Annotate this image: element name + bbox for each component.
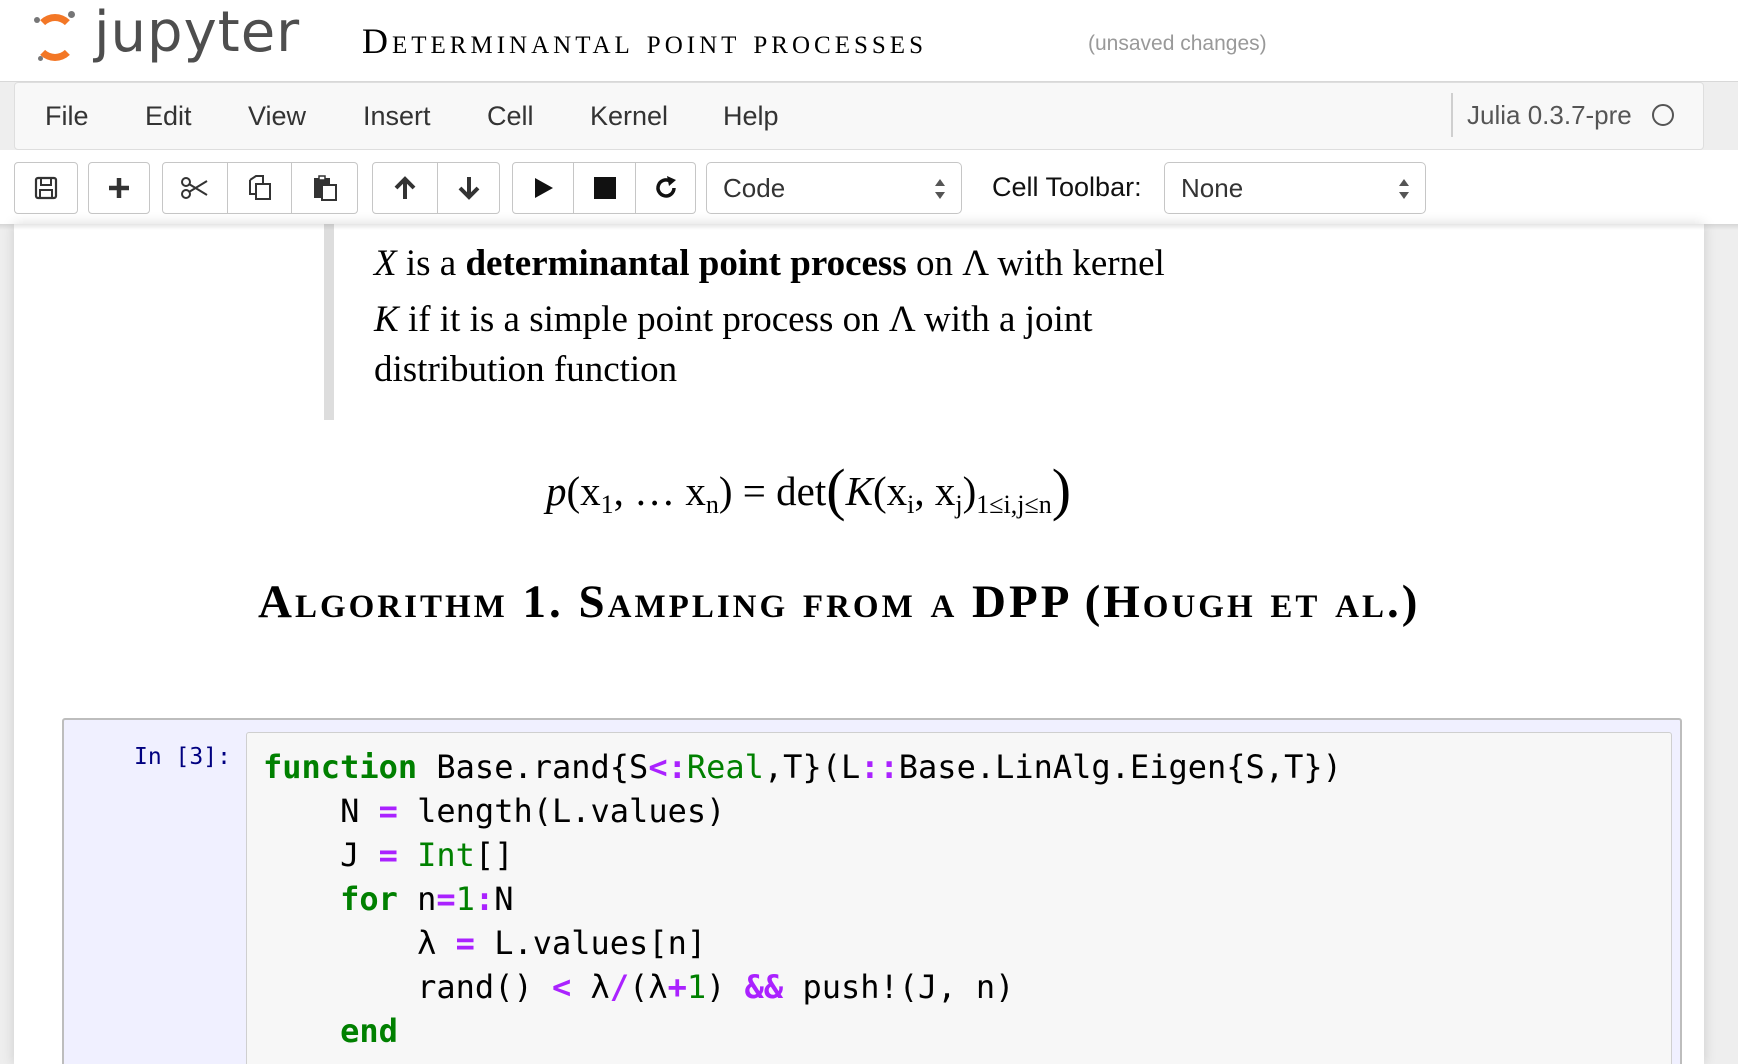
save-icon bbox=[34, 176, 58, 200]
code-line: N = length(L.values) bbox=[263, 792, 726, 830]
scroll-shadow bbox=[0, 224, 1738, 230]
menu-cell[interactable]: Cell bbox=[487, 101, 534, 132]
menu-kernel[interactable]: Kernel bbox=[590, 101, 668, 132]
copy-button[interactable] bbox=[228, 162, 292, 214]
markdown-line-3: distribution function bbox=[374, 349, 678, 390]
code-block: function Base.rand{S<:Real,T}(L::Base.Li… bbox=[263, 745, 1342, 1053]
cell-type-select[interactable]: Code bbox=[706, 162, 962, 214]
kernel-name: Julia 0.3.7-pre bbox=[1467, 99, 1632, 130]
cell-toolbar-label: Cell Toolbar: bbox=[992, 172, 1142, 202]
paste-icon bbox=[313, 175, 337, 201]
menubar: File Edit View Insert Cell Kernel Help J… bbox=[14, 82, 1704, 150]
save-status: (unsaved changes) bbox=[1088, 32, 1267, 55]
jupyter-logo-icon bbox=[30, 11, 80, 63]
play-icon bbox=[535, 178, 553, 198]
code-line: for n=1:N bbox=[340, 880, 514, 918]
input-prompt: In [3]: bbox=[134, 744, 231, 770]
menu-edit[interactable]: Edit bbox=[145, 101, 192, 132]
arrow-down-icon bbox=[458, 177, 479, 200]
select-arrows-icon bbox=[935, 179, 945, 199]
section-heading: Algorithm 1. Sampling from a DPP (Hough … bbox=[258, 576, 1421, 628]
markdown-line-2: K if it is a simple point process on Λ w… bbox=[374, 299, 1093, 340]
code-line: rand() < λ/(λ+1) && push!(J, n) bbox=[263, 968, 1015, 1006]
interrupt-button[interactable] bbox=[574, 162, 636, 214]
cell-toolbar-select[interactable]: None bbox=[1164, 162, 1426, 214]
cell-toolbar-value: None bbox=[1181, 172, 1244, 203]
jupyter-logo[interactable]: jupyter bbox=[30, 2, 300, 72]
code-line: λ = L.values[n] bbox=[263, 924, 707, 962]
equation: p(x1, … xn) = det(K(xi, xj)1≤i,j≤n) bbox=[546, 457, 1072, 522]
notebook-page: X is a determinantal point process on Λ … bbox=[14, 224, 1704, 1064]
move-down-button[interactable] bbox=[438, 162, 500, 214]
menu-help[interactable]: Help bbox=[723, 101, 779, 132]
arrow-up-icon bbox=[394, 176, 416, 199]
code-line: J = Int[] bbox=[263, 836, 514, 874]
move-up-button[interactable] bbox=[372, 162, 438, 214]
code-line: function Base.rand{S<:Real,T}(L::Base.Li… bbox=[263, 748, 1342, 786]
kernel-indicator[interactable]: Julia 0.3.7-pre bbox=[1451, 93, 1674, 137]
code-editor[interactable]: function Base.rand{S<:Real,T}(L::Base.Li… bbox=[246, 732, 1672, 1064]
restart-icon bbox=[655, 176, 676, 198]
blockquote-bar bbox=[324, 224, 334, 420]
notebook-area: X is a determinantal point process on Λ … bbox=[0, 224, 1738, 1064]
run-button[interactable] bbox=[512, 162, 574, 214]
circle-outline-icon bbox=[1651, 104, 1674, 126]
menu-insert[interactable]: Insert bbox=[363, 101, 431, 132]
logo-text: jupyter bbox=[94, 0, 301, 65]
cut-button[interactable] bbox=[162, 162, 228, 214]
notebook-title[interactable]: Determinantal point processes bbox=[362, 20, 927, 62]
code-line: end bbox=[340, 1012, 398, 1050]
select-arrows-icon bbox=[1399, 179, 1409, 199]
header: jupyter Determinantal point processes (u… bbox=[0, 0, 1738, 82]
insert-cell-button[interactable] bbox=[88, 162, 150, 214]
paste-button[interactable] bbox=[292, 162, 358, 214]
copy-icon bbox=[248, 175, 271, 200]
save-button[interactable] bbox=[14, 162, 78, 214]
cell-type-value: Code bbox=[723, 172, 786, 203]
menu-view[interactable]: View bbox=[248, 101, 306, 132]
toolbar: Code None bbox=[0, 150, 1738, 224]
code-cell[interactable]: In [3]: function Base.rand{S<:Real,T}(L:… bbox=[62, 718, 1682, 1064]
menu-file[interactable]: File bbox=[45, 101, 89, 132]
restart-button[interactable] bbox=[636, 162, 696, 214]
cut-icon bbox=[181, 177, 208, 199]
stop-icon bbox=[593, 177, 616, 199]
markdown-line-1: X is a determinantal point process on Λ … bbox=[374, 243, 1165, 284]
plus-icon bbox=[109, 178, 129, 198]
